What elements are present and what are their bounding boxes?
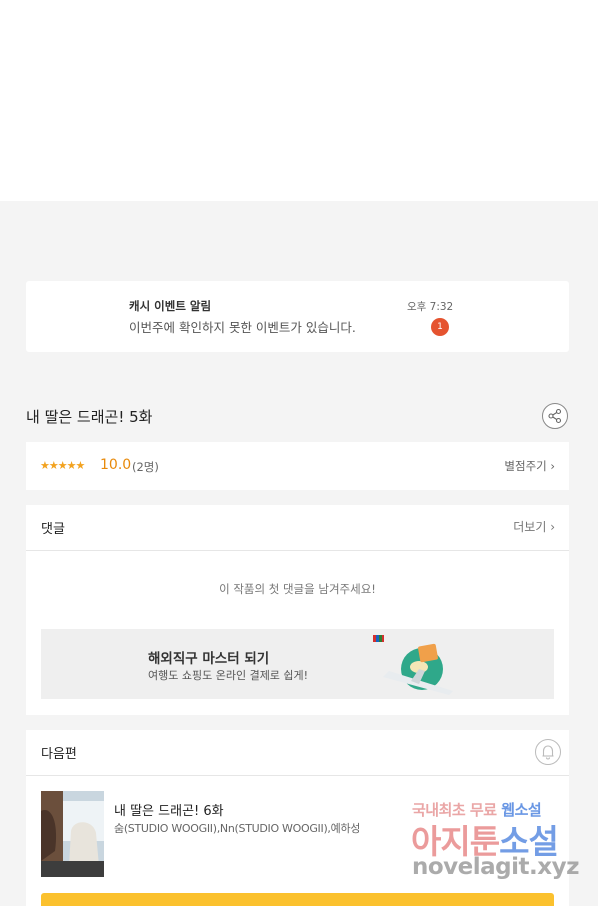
- ad-banner[interactable]: 해외직구 마스터 되기 여행도 쇼핑도 온라인 결제로 쉽게!: [41, 629, 554, 699]
- view-next-button[interactable]: [41, 893, 554, 906]
- rating-score: 10.0: [100, 457, 132, 473]
- ad-headline: 해외직구 마스터 되기: [148, 651, 270, 667]
- rating-stars: ★★★★★: [40, 459, 85, 472]
- notification-message: 이번주에 확인하지 못한 이벤트가 있습니다.: [129, 320, 356, 335]
- rate-button[interactable]: 별점주기 ›: [504, 458, 555, 474]
- notification-card[interactable]: 캐시 이벤트 알림 이번주에 확인하지 못한 이벤트가 있습니다. 오후 7:3…: [26, 281, 569, 352]
- next-episode-authors: 숨(STUDIO WOOGII),Nn(STUDIO WOOGII),예하성: [114, 822, 361, 835]
- next-episode-header: 다음편: [26, 730, 569, 776]
- rating-count: (2명): [132, 460, 159, 474]
- comments-label: 댓글: [41, 522, 65, 537]
- share-icon: [548, 408, 562, 424]
- comments-more-link[interactable]: 더보기 ›: [513, 518, 555, 535]
- next-episode-title[interactable]: 내 딸은 드래곤! 6화: [114, 800, 224, 819]
- next-episode-thumbnail[interactable]: [41, 791, 104, 877]
- watermark-url: novelagit.xyz: [412, 854, 579, 880]
- next-episode-label: 다음편: [41, 747, 77, 762]
- share-button[interactable]: [542, 403, 568, 429]
- comments-section: 댓글 더보기 › 이 작품의 첫 댓글을 남겨주세요! 해외직구 마스터 되기 …: [26, 505, 569, 715]
- comments-header: 댓글 더보기 ›: [26, 505, 569, 551]
- notification-title: 캐시 이벤트 알림: [129, 299, 212, 313]
- episode-title: 내 딸은 드래곤! 5화: [26, 408, 153, 426]
- subscribe-bell-button[interactable]: [535, 739, 561, 765]
- ad-illustration: [373, 635, 453, 695]
- bell-icon: [542, 745, 554, 760]
- rating-bar: ★★★★★ 10.0 (2명) 별점주기 ›: [26, 442, 569, 490]
- viewer-blank-area: [0, 0, 598, 201]
- notification-time: 오후 7:32: [407, 301, 454, 313]
- notification-badge: 1: [431, 318, 449, 336]
- comments-empty-message: 이 작품의 첫 댓글을 남겨주세요!: [219, 582, 376, 596]
- ad-subline: 여행도 쇼핑도 온라인 결제로 쉽게!: [148, 669, 309, 682]
